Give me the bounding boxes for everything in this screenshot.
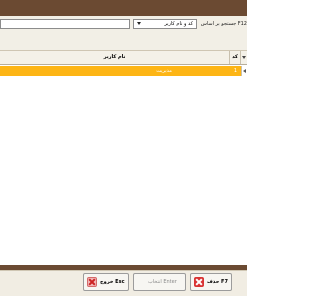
chevron-down-icon [137, 22, 141, 25]
table-row[interactable]: مدیریت 1 [0, 66, 247, 76]
delete-button-label: حذف F7 [207, 279, 228, 285]
select-button[interactable]: انتخاب Enter [133, 273, 186, 291]
search-field-select[interactable]: کد و نام کاربر [133, 19, 197, 29]
column-header-code[interactable]: کد [230, 51, 241, 64]
search-field-select-value: کد و نام کاربر [164, 21, 193, 27]
exit-x-icon [87, 277, 97, 287]
exit-button-label: خروج Esc [100, 279, 125, 285]
cell-name: مدیریت [156, 68, 172, 74]
search-label: F12 جستجو بر اساس [200, 21, 247, 27]
column-header-name[interactable]: نام کاربر [0, 51, 230, 64]
exit-button[interactable]: خروج Esc [83, 273, 129, 291]
grid-header: نام کاربر کد [0, 51, 247, 65]
footer-toolbar: حذف F7 انتخاب Enter خروج Esc [0, 270, 247, 296]
select-button-label: انتخاب Enter [148, 279, 177, 285]
delete-button[interactable]: حذف F7 [190, 273, 232, 291]
title-bar [0, 0, 247, 16]
delete-x-icon [194, 277, 204, 287]
sort-arrow-icon[interactable] [241, 51, 247, 64]
row-pointer-icon [241, 66, 247, 76]
cell-code: 1 [233, 68, 238, 74]
search-input[interactable] [0, 19, 130, 29]
users-grid: نام کاربر کد مدیریت 1 [0, 51, 247, 265]
